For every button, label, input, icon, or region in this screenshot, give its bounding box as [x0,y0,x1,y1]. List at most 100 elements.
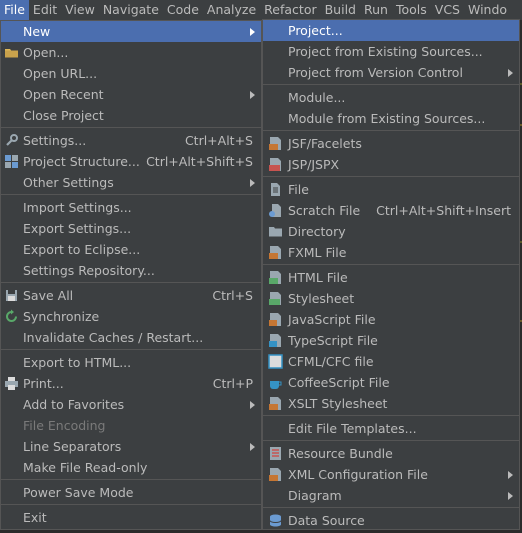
menu-separator [263,130,519,131]
menu-separator [1,479,261,480]
new-menu-jsf-facelets[interactable]: JSF/Facelets [263,133,519,154]
fxml-icon [268,245,283,260]
file-menu-settings[interactable]: Settings... Ctrl+Alt+S [1,130,261,151]
submenu-arrow-icon [250,28,255,36]
new-menu-html-file[interactable]: HTML File [263,267,519,288]
file-menu-open-url[interactable]: Open URL... [1,63,261,84]
new-menu-cfml-file[interactable]: CFML/CFC file [263,351,519,372]
submenu-arrow-icon [508,69,513,77]
menubar-code[interactable]: Code [163,0,203,20]
menu-separator [263,84,519,85]
html-icon [268,270,283,285]
file-menu-open-recent[interactable]: Open Recent [1,84,261,105]
jsp-icon [268,157,283,172]
jsf-icon [268,136,283,151]
menubar-analyze[interactable]: Analyze [203,0,260,20]
data-source-icon [268,513,283,528]
submenu-arrow-icon [250,179,255,187]
file-menu-power-save-mode[interactable]: Power Save Mode [1,482,261,503]
wrench-icon [4,133,19,148]
file-menu-project-structure[interactable]: Project Structure... Ctrl+Alt+Shift+S [1,151,261,172]
file-menu-export-settings[interactable]: Export Settings... [1,218,261,239]
new-menu-typescript-file[interactable]: TypeScript File [263,330,519,351]
new-menu-fxml-file[interactable]: FXML File [263,242,519,263]
menu-separator [1,282,261,283]
project-structure-icon [4,154,19,169]
file-menu-save-all[interactable]: Save All Ctrl+S [1,285,261,306]
scratch-file-icon [268,203,283,218]
new-menu-scratch-file[interactable]: Scratch File Ctrl+Alt+Shift+Insert [263,200,519,221]
new-menu-resource-bundle[interactable]: Resource Bundle [263,443,519,464]
javascript-icon [268,312,283,327]
resource-bundle-icon [268,446,283,461]
new-menu-module-existing-sources[interactable]: Module from Existing Sources... [263,108,519,129]
typescript-icon [268,333,283,348]
file-menu-export-eclipse[interactable]: Export to Eclipse... [1,239,261,260]
directory-icon [268,224,283,239]
new-menu-directory[interactable]: Directory [263,221,519,242]
menubar-file[interactable]: File [0,0,29,20]
file-menu-export-html[interactable]: Export to HTML... [1,352,261,373]
menu-separator [263,440,519,441]
file-menu-settings-repository[interactable]: Settings Repository... [1,260,261,281]
menubar-refactor[interactable]: Refactor [260,0,320,20]
file-menu-exit[interactable]: Exit [1,507,261,528]
menu-separator [1,504,261,505]
xml-config-icon [268,467,283,482]
sync-icon [4,309,19,324]
submenu-arrow-icon [250,91,255,99]
menubar-window[interactable]: Windo [464,0,511,20]
new-menu-xml-configuration-file[interactable]: XML Configuration File [263,464,519,485]
file-menu-new[interactable]: New [1,21,261,42]
menu-separator [263,176,519,177]
file-menu-close-project[interactable]: Close Project [1,105,261,126]
file-menu-make-read-only[interactable]: Make File Read-only [1,457,261,478]
new-menu-project-existing-sources[interactable]: Project from Existing Sources... [263,41,519,62]
file-menu-import-settings[interactable]: Import Settings... [1,197,261,218]
coffeescript-icon [268,375,283,390]
new-submenu: Project... Project from Existing Sources… [262,19,520,530]
css-icon [268,291,283,306]
file-menu-line-separators[interactable]: Line Separators [1,436,261,457]
new-menu-javascript-file[interactable]: JavaScript File [263,309,519,330]
menu-separator [263,264,519,265]
save-icon [4,288,19,303]
new-menu-project-vcs[interactable]: Project from Version Control [263,62,519,83]
file-menu-open[interactable]: Open... [1,42,261,63]
submenu-arrow-icon [250,443,255,451]
print-icon [4,376,19,391]
new-menu-edit-file-templates[interactable]: Edit File Templates... [263,418,519,439]
menubar-vcs[interactable]: VCS [431,0,464,20]
new-menu-jsp-jspx[interactable]: JSP/JSPX [263,154,519,175]
new-menu-xslt-stylesheet[interactable]: XSLT Stylesheet [263,393,519,414]
new-menu-project[interactable]: Project... [263,20,519,41]
file-menu-other-settings[interactable]: Other Settings [1,172,261,193]
folder-icon [4,45,19,60]
new-menu-stylesheet[interactable]: Stylesheet [263,288,519,309]
file-menu-invalidate-caches[interactable]: Invalidate Caches / Restart... [1,327,261,348]
menubar-run[interactable]: Run [360,0,392,20]
menubar-navigate[interactable]: Navigate [99,0,163,20]
menubar-build[interactable]: Build [321,0,360,20]
file-menu-print[interactable]: Print... Ctrl+P [1,373,261,394]
menu-separator [263,507,519,508]
submenu-arrow-icon [250,401,255,409]
menu-separator [1,127,261,128]
file-menu-file-encoding: File Encoding [23,418,106,433]
menu-separator [263,415,519,416]
new-menu-file[interactable]: File [263,179,519,200]
submenu-arrow-icon [508,471,513,479]
new-menu-module[interactable]: Module... [263,87,519,108]
new-menu-coffeescript-file[interactable]: CoffeeScript File [263,372,519,393]
menubar-tools[interactable]: Tools [392,0,431,20]
menubar-edit[interactable]: Edit [29,0,61,20]
file-menu: New Open... Open URL... Open Recent Clos… [0,20,262,530]
menubar: File Edit View Navigate Code Analyze Ref… [0,0,522,20]
xslt-icon [268,396,283,411]
menubar-view[interactable]: View [61,0,99,20]
new-menu-data-source[interactable]: Data Source [263,510,519,531]
file-menu-synchronize[interactable]: Synchronize [1,306,261,327]
file-menu-add-to-favorites[interactable]: Add to Favorites [1,394,261,415]
file-icon [268,182,283,197]
new-menu-diagram[interactable]: Diagram [263,485,519,506]
